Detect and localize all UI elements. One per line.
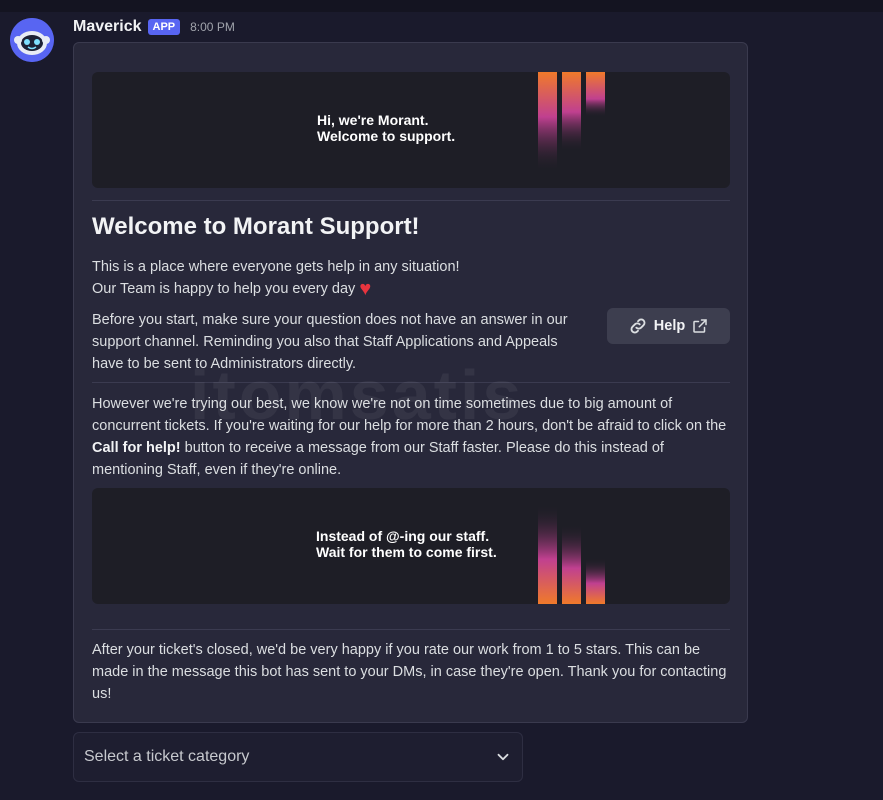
banner-staff-line-1: Instead of @-ing our staff. xyxy=(316,528,490,544)
embed-card: Hi, we're Morant. Welcome to support. Wel… xyxy=(73,42,748,723)
call-for-help-paragraph: However we're trying our best, we know w… xyxy=(92,393,727,481)
divider xyxy=(92,200,730,201)
banner-welcome-line-1: Hi, we're Morant. xyxy=(317,112,429,128)
before-you-start-paragraph: Before you start, make sure your questio… xyxy=(92,312,568,372)
banner-staff-line-2: Wait for them to come first. xyxy=(316,544,497,560)
help-link-button[interactable]: Help xyxy=(607,308,730,344)
banner-welcome-line-2: Welcome to support. xyxy=(317,128,456,144)
banner-staff-text: Instead of @-ing our staff. Wait for them… xyxy=(316,528,497,560)
banner-welcome-text: Hi, we're Morant. Welcome to support. xyxy=(317,112,455,144)
message-header: Maverick APP 8:00 PM xyxy=(73,16,235,38)
heart-icon: ♥ xyxy=(359,278,372,300)
select-placeholder: Select a ticket category xyxy=(84,748,250,765)
embed-title: Welcome to Morant Support! xyxy=(92,213,420,240)
help-button-label: Help xyxy=(653,318,686,334)
call-for-help-bold: Call for help! xyxy=(92,440,181,456)
banner-image-staff[interactable]: Instead of @-ing our staff. Wait for them… xyxy=(92,488,730,604)
divider xyxy=(92,629,730,630)
external-link-icon xyxy=(693,319,707,333)
call-for-help-text-before: However we're trying our best, we know w… xyxy=(92,396,727,434)
message-timestamp: 8:00 PM xyxy=(190,20,235,34)
ticket-category-select[interactable]: Select a ticket category xyxy=(73,732,523,782)
author-name[interactable]: Maverick xyxy=(73,18,142,36)
top-bar xyxy=(0,0,883,12)
link-icon xyxy=(630,318,646,334)
after-ticket-paragraph: After your ticket's closed, we'd be very… xyxy=(92,642,727,702)
divider xyxy=(92,382,730,383)
bot-avatar-icon[interactable] xyxy=(10,18,54,62)
chevron-down-icon xyxy=(497,753,509,761)
intro-paragraph: This is a place where everyone gets help… xyxy=(92,256,692,300)
banner-image-welcome[interactable]: Hi, we're Morant. Welcome to support. xyxy=(92,72,730,188)
app-badge: APP xyxy=(147,19,181,35)
intro-line-2: Our Team is happy to help you every day xyxy=(92,281,356,297)
intro-line-1: This is a place where everyone gets help… xyxy=(92,259,460,275)
